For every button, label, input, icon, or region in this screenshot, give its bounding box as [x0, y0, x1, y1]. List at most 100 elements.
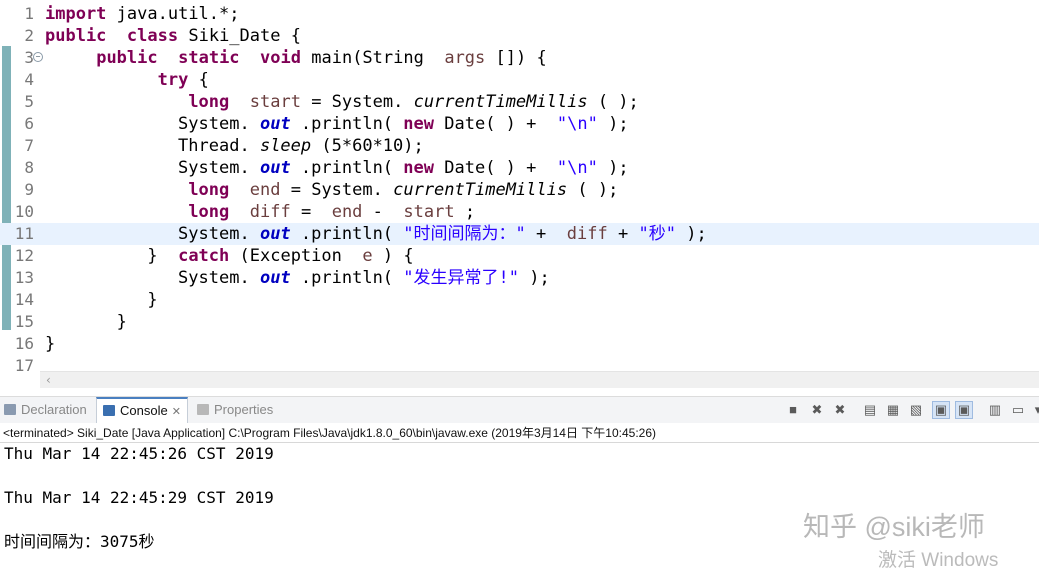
- code-line[interactable]: 14 }: [0, 289, 1039, 311]
- show-on-stdout-icon[interactable]: ▣: [932, 401, 950, 419]
- line-number: 9: [24, 180, 34, 199]
- code-line[interactable]: 4 try {: [0, 69, 1039, 91]
- code-token: System.: [45, 158, 250, 178]
- tab-properties[interactable]: Properties: [197, 397, 273, 423]
- code-line[interactable]: 16}: [0, 333, 1039, 355]
- code-token: java.util.*;: [116, 4, 240, 24]
- code-text: long end = System. currentTimeMillis ( )…: [45, 179, 618, 201]
- clear-console-icon[interactable]: ▤: [862, 402, 878, 418]
- line-number: 16: [14, 334, 34, 353]
- line-number: 15: [14, 312, 34, 331]
- code-token: (5*60*10);: [321, 136, 424, 156]
- code-line[interactable]: 12 } catch (Exception e ) {: [0, 245, 1039, 267]
- console-output-line: Thu Mar 14 22:45:29 CST 2019: [4, 488, 274, 507]
- code-token: catch: [178, 246, 230, 266]
- code-line[interactable]: 10 long diff = end - start ;: [0, 201, 1039, 223]
- code-token: );: [608, 158, 629, 178]
- code-editor[interactable]: 1 import java.util.*; 2 public class Siki_D…: [0, 0, 1039, 388]
- code-text: }: [45, 333, 55, 355]
- code-token: Thread.: [45, 136, 250, 156]
- code-token: public: [96, 48, 158, 68]
- code-token: out: [259, 268, 291, 288]
- code-token: long: [188, 202, 230, 222]
- code-token: end: [249, 180, 281, 200]
- view-menu-icon[interactable]: ▾: [1030, 402, 1039, 418]
- code-text: long diff = end - start ;: [45, 201, 475, 223]
- code-token: start: [249, 92, 301, 112]
- pin-console-icon[interactable]: ▥: [987, 402, 1003, 418]
- remove-all-terminated-icon[interactable]: ✖: [832, 402, 848, 418]
- line-number: 2: [24, 26, 34, 45]
- fold-collapse-icon[interactable]: −: [33, 52, 43, 62]
- open-console-icon[interactable]: ▭: [1010, 402, 1026, 418]
- watermark: 知乎 @siki老师: [803, 512, 985, 542]
- code-text: Thread. sleep (5*60*10);: [45, 135, 424, 157]
- word-wrap-icon[interactable]: ▧: [908, 402, 924, 418]
- line-number: 3: [24, 48, 34, 67]
- horizontal-scrollbar[interactable]: ‹: [40, 371, 1039, 388]
- line-number: 8: [24, 158, 34, 177]
- code-text: } catch (Exception e ) {: [45, 245, 413, 267]
- code-line[interactable]: 13 System. out .println( "发生异常了!" );: [0, 267, 1039, 289]
- code-token: static: [178, 48, 240, 68]
- line-number: 4: [24, 70, 34, 89]
- code-token: System.: [45, 114, 250, 134]
- code-token: );: [608, 114, 629, 134]
- code-token: System.: [45, 268, 250, 288]
- code-line[interactable]: 1 import java.util.*;: [0, 3, 1039, 25]
- code-token: {: [198, 70, 209, 90]
- code-line[interactable]: 9 long end = System. currentTimeMillis (…: [0, 179, 1039, 201]
- code-token: args: [444, 48, 486, 68]
- line-number: 11: [14, 224, 34, 243]
- code-text: System. out .println( new Date( ) + "\n"…: [45, 157, 629, 179]
- code-line[interactable]: 8 System. out .println( new Date( ) + "\…: [0, 157, 1039, 179]
- console-view-tabbar: Declaration Console ✕ Properties ■ ✖ ✖ ▤ ▦ ▧ ▣ ▣ ▥ ▭…: [0, 396, 1039, 425]
- code-token: );: [686, 224, 707, 244]
- code-token: }: [45, 312, 127, 332]
- show-on-stderr-icon[interactable]: ▣: [955, 401, 973, 419]
- tab-label: Properties: [214, 402, 274, 417]
- code-token: e: [362, 246, 373, 266]
- code-text: public class Siki_Date {: [45, 25, 301, 47]
- code-token: new: [403, 114, 435, 134]
- code-token: long: [188, 92, 230, 112]
- code-line[interactable]: 5 long start = System. currentTimeMillis…: [0, 91, 1039, 113]
- code-line[interactable]: 3− public static void main(String args […: [0, 47, 1039, 69]
- scroll-lock-icon[interactable]: ▦: [885, 402, 901, 418]
- code-token: "发生异常了!": [403, 268, 520, 288]
- scroll-left-icon[interactable]: ‹: [46, 372, 51, 388]
- code-text: System. out .println( "发生异常了!" );: [45, 267, 550, 289]
- code-line[interactable]: 15 }: [0, 311, 1039, 333]
- code-line[interactable]: 6 System. out .println( new Date( ) + "\…: [0, 113, 1039, 135]
- console-output-line: Thu Mar 14 22:45:26 CST 2019: [4, 444, 274, 463]
- code-token: +: [536, 224, 557, 244]
- code-token: start: [403, 202, 455, 222]
- code-token: }: [45, 290, 158, 310]
- tab-declaration[interactable]: Declaration: [4, 397, 87, 423]
- code-token: );: [529, 268, 550, 288]
- code-token: = System.: [290, 180, 383, 200]
- code-token: Date( ) +: [444, 158, 547, 178]
- tab-console[interactable]: Console ✕: [96, 397, 188, 425]
- code-token: import: [45, 4, 107, 24]
- code-token: "时间间隔为：": [403, 224, 526, 244]
- tab-label: Declaration: [21, 402, 87, 417]
- code-token: currentTimeMillis: [413, 92, 588, 112]
- code-token: -: [372, 202, 394, 222]
- code-line[interactable]: 2 public class Siki_Date {: [0, 25, 1039, 47]
- code-line[interactable]: 11 System. out .println( "时间间隔为：" + diff…: [0, 223, 1039, 245]
- code-text: }: [45, 289, 158, 311]
- console-status: <terminated> Siki_Date [Java Application…: [3, 426, 657, 440]
- code-token: .println(: [300, 158, 394, 178]
- remove-launch-icon[interactable]: ✖: [809, 402, 825, 418]
- close-tab-icon[interactable]: ✕: [172, 406, 181, 418]
- tab-label: Console: [120, 403, 168, 418]
- code-token: currentTimeMillis: [393, 180, 568, 200]
- code-text: import java.util.*;: [45, 3, 240, 25]
- terminate-icon[interactable]: ■: [785, 402, 801, 418]
- code-token: =: [300, 202, 322, 222]
- code-line[interactable]: 7 Thread. sleep (5*60*10);: [0, 135, 1039, 157]
